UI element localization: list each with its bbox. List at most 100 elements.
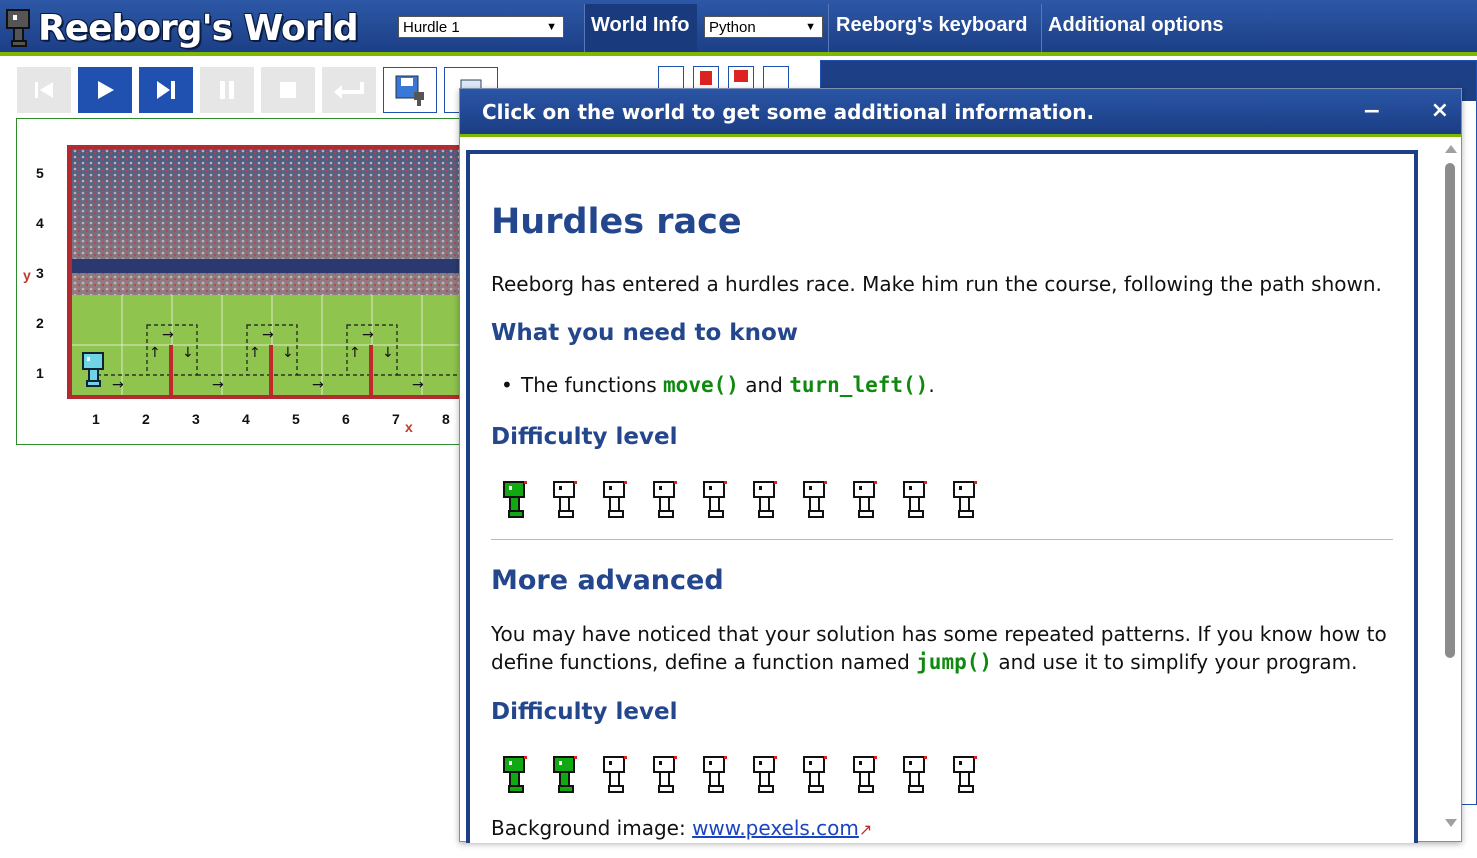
world-canvas[interactable]: → → → → → → → ↑ ↑ ↑ ↓ ↓ ↓ 5 4 y 3 2 1 1 … bbox=[16, 118, 477, 445]
x-tick: 7 bbox=[392, 411, 400, 427]
bullet-and: and bbox=[738, 373, 790, 397]
flag-icon bbox=[734, 70, 748, 82]
svg-text:↑: ↑ bbox=[249, 345, 261, 361]
robot-outline-icon bbox=[953, 756, 977, 793]
robot-outline-icon bbox=[753, 481, 777, 518]
robot-outline-icon bbox=[853, 756, 877, 793]
functions-bullet: The functions move() and turn_left(). bbox=[501, 373, 935, 397]
background-prefix: Background image: bbox=[491, 816, 693, 840]
world-info-dialog: Click on the world to get some additiona… bbox=[459, 88, 1462, 843]
tab-additional-options[interactable]: Additional options bbox=[1048, 14, 1224, 37]
background-credit: Background image: www.pexels.com↗ bbox=[491, 814, 872, 843]
pause-button[interactable] bbox=[200, 67, 254, 113]
x-tick: 6 bbox=[342, 411, 350, 427]
robot-filled-icon bbox=[553, 756, 577, 793]
reload-button[interactable] bbox=[17, 67, 71, 113]
difficulty-heading: Difficulty level bbox=[491, 424, 678, 450]
advanced-text-line1: You may have noticed that your solution … bbox=[491, 622, 1387, 646]
y-tick: 1 bbox=[36, 365, 44, 381]
world-heading: Hurdles race bbox=[491, 202, 742, 242]
advanced-text-2b: and use it to simplify your program. bbox=[992, 650, 1358, 674]
advanced-text-2a: define functions, define a function name… bbox=[491, 650, 917, 674]
more-advanced-heading: More advanced bbox=[491, 565, 724, 596]
chevron-down-icon: ▼ bbox=[805, 21, 816, 33]
flag-toggle-button[interactable] bbox=[728, 66, 754, 90]
dialog-content: Hurdles race Reeborg has entered a hurdl… bbox=[466, 150, 1418, 843]
logo: Reeborg's World bbox=[4, 4, 359, 52]
y-axis-letter: y bbox=[23, 267, 31, 283]
save-icon bbox=[395, 75, 424, 106]
scrollbar-thumb[interactable] bbox=[1445, 163, 1455, 658]
chevron-down-icon: ▼ bbox=[546, 21, 557, 33]
x-tick: 1 bbox=[92, 411, 100, 427]
run-icon bbox=[98, 81, 114, 99]
svg-text:→: → bbox=[412, 377, 424, 393]
svg-text:↑: ↑ bbox=[149, 345, 161, 361]
y-tick: 3 bbox=[36, 265, 44, 281]
svg-text:↓: ↓ bbox=[182, 345, 194, 361]
x-tick: 5 bbox=[292, 411, 300, 427]
reeborg-robot bbox=[82, 352, 104, 387]
turn-left-function: turn_left() bbox=[789, 373, 929, 397]
editor-toggle-button[interactable] bbox=[763, 66, 789, 90]
robot-toggle-button[interactable] bbox=[658, 66, 684, 90]
app-header: Reeborg's World Hurdle 1 ▼ World Info Py… bbox=[0, 0, 1477, 56]
y-tick: 2 bbox=[36, 315, 44, 331]
section-divider bbox=[491, 539, 1393, 540]
y-tick: 4 bbox=[36, 215, 44, 231]
bullet-prefix: The functions bbox=[521, 373, 664, 397]
dialog-scrollbar[interactable] bbox=[1441, 145, 1459, 835]
svg-text:→: → bbox=[312, 377, 324, 393]
reload-icon bbox=[35, 82, 53, 98]
world-intro: Reeborg has entered a hurdles race. Make… bbox=[491, 272, 1382, 296]
y-tick: 5 bbox=[36, 165, 44, 181]
x-tick: 4 bbox=[242, 411, 250, 427]
robot-filled-icon bbox=[503, 756, 527, 793]
language-select[interactable]: Python ▼ bbox=[704, 16, 823, 38]
robot-outline-icon bbox=[553, 481, 577, 518]
world-select[interactable]: Hurdle 1 ▼ bbox=[398, 16, 564, 38]
tab-world-info[interactable]: World Info bbox=[591, 14, 690, 37]
step-button[interactable] bbox=[139, 67, 193, 113]
scroll-down-arrow-icon[interactable] bbox=[1445, 819, 1457, 827]
jump-function: jump() bbox=[916, 650, 993, 674]
minimize-button[interactable]: − bbox=[1363, 99, 1381, 124]
svg-text:→: → bbox=[212, 377, 224, 393]
language-select-value: Python bbox=[709, 18, 756, 36]
robot-outline-icon bbox=[803, 756, 827, 793]
run-button[interactable] bbox=[78, 67, 132, 113]
robot-outline-icon bbox=[603, 756, 627, 793]
stop-button[interactable] bbox=[261, 67, 315, 113]
scroll-up-arrow-icon[interactable] bbox=[1445, 145, 1457, 153]
wall-icon bbox=[700, 71, 712, 85]
external-link-icon: ↗ bbox=[858, 820, 873, 839]
save-button[interactable] bbox=[383, 67, 437, 113]
robot-outline-icon bbox=[953, 481, 977, 518]
bullet-suffix: . bbox=[928, 373, 935, 397]
step-icon bbox=[157, 81, 175, 99]
x-tick: 8 bbox=[442, 411, 450, 427]
dialog-titlebar[interactable]: Click on the world to get some additiona… bbox=[460, 89, 1461, 137]
robot-outline-icon bbox=[903, 481, 927, 518]
wall-toggle-button[interactable] bbox=[693, 66, 719, 90]
robot-outline-icon bbox=[603, 481, 627, 518]
pause-icon bbox=[220, 81, 234, 99]
robot-outline-icon bbox=[653, 481, 677, 518]
svg-text:↓: ↓ bbox=[282, 345, 294, 361]
x-tick: 3 bbox=[192, 411, 200, 427]
header-divider bbox=[828, 4, 829, 52]
world-svg: → → → → → → → ↑ ↑ ↑ ↓ ↓ ↓ bbox=[67, 145, 477, 399]
need-to-know-heading: What you need to know bbox=[491, 320, 799, 346]
difficulty-rating bbox=[501, 480, 979, 520]
pexels-link[interactable]: www.pexels.com bbox=[692, 816, 859, 840]
return-button[interactable] bbox=[322, 67, 376, 113]
robot-outline-icon bbox=[703, 481, 727, 518]
stop-icon bbox=[280, 82, 296, 98]
return-icon bbox=[334, 82, 364, 99]
close-button[interactable]: × bbox=[1431, 98, 1449, 123]
robot-outline-icon bbox=[853, 481, 877, 518]
x-tick: 2 bbox=[142, 411, 150, 427]
tab-keyboard[interactable]: Reeborg's keyboard bbox=[836, 14, 1027, 37]
svg-text:→: → bbox=[162, 327, 174, 343]
difficulty-rating bbox=[501, 755, 979, 795]
